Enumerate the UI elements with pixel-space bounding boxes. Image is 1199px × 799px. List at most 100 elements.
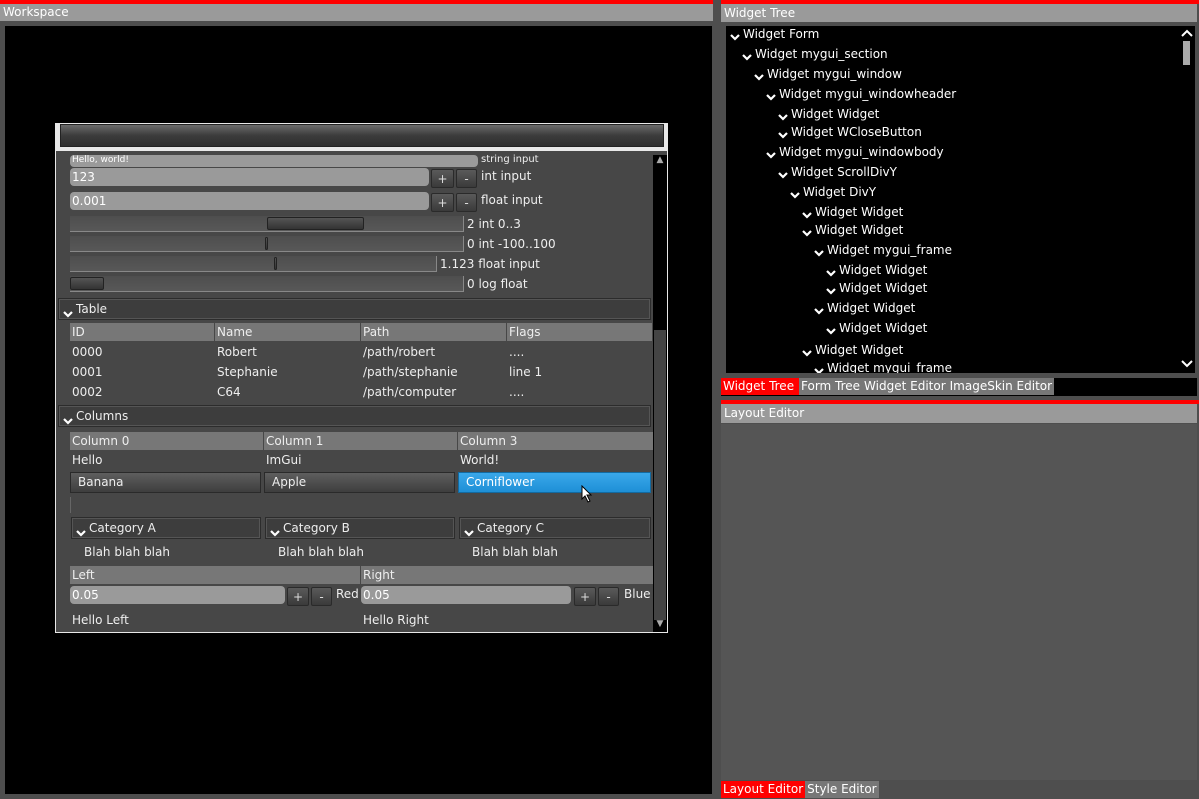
column-button[interactable]: Corniflower (458, 472, 651, 493)
slider-grab[interactable] (70, 277, 104, 290)
hello-right-text: Hello Right (363, 613, 429, 627)
slider-grab[interactable] (265, 237, 268, 250)
float-minus-button[interactable]: - (456, 193, 477, 212)
column-header: Column 0 (70, 432, 263, 450)
scroll-down-icon[interactable] (1181, 359, 1193, 369)
tree-item[interactable]: Widget Form (730, 26, 819, 42)
slider-value: 0 (467, 277, 475, 291)
slider-float[interactable] (70, 256, 437, 272)
tab-form-tree[interactable]: Form Tree (799, 378, 863, 395)
blue-minus-button[interactable]: - (598, 587, 619, 606)
tree-item[interactable]: Widget DivY (790, 184, 876, 200)
column-button[interactable]: Banana (70, 472, 261, 493)
red-input[interactable]: 0.05 (70, 586, 285, 604)
table-header-cell[interactable]: Path (361, 323, 506, 341)
slider-grab[interactable] (267, 217, 364, 230)
slider-log-float[interactable] (70, 276, 464, 292)
chevron-down-icon[interactable] (766, 148, 776, 159)
tree-item-label: Widget Widget (815, 223, 904, 237)
scroll-thumb[interactable] (654, 330, 666, 620)
category-header[interactable]: Category C (459, 517, 651, 539)
chevron-down-icon[interactable] (730, 30, 740, 41)
column-button[interactable]: Apple (264, 472, 455, 493)
chevron-down-icon[interactable] (814, 304, 824, 315)
chevron-down-icon[interactable] (754, 70, 764, 81)
chevron-down-icon[interactable] (790, 188, 800, 199)
tree-item[interactable]: Widget Widget (826, 320, 927, 336)
tree-item[interactable]: Widget Widget (814, 300, 915, 316)
tree-item[interactable]: Widget mygui_windowbody (766, 144, 944, 160)
chevron-down-icon[interactable] (778, 168, 788, 179)
category-header[interactable]: Category A (71, 517, 261, 539)
tab-widget-tree[interactable]: Widget Tree (721, 378, 799, 395)
int-plus-button[interactable]: + (431, 169, 454, 188)
tree-item[interactable]: Widget WCloseButton (778, 124, 922, 140)
window-scrollbar[interactable]: ▲ ▼ (653, 155, 667, 632)
slider-int-100[interactable] (70, 236, 464, 252)
tree-item-label: Widget Form (743, 27, 820, 41)
chevron-down-icon[interactable] (814, 364, 824, 373)
string-input[interactable]: Hello, world! (70, 155, 478, 167)
scroll-down-icon[interactable]: ▼ (653, 619, 667, 629)
chevron-down-icon[interactable] (826, 284, 836, 295)
tree-item[interactable]: Widget mygui_window (754, 66, 902, 82)
tree-item-label: Widget Widget (839, 281, 928, 295)
chevron-down-icon[interactable] (778, 128, 788, 139)
int-minus-button[interactable]: - (456, 169, 477, 188)
scroll-up-icon[interactable]: ▲ (653, 155, 667, 165)
layout-editor-title: Layout Editor (721, 404, 1197, 423)
tree-item[interactable]: Widget mygui_section (742, 46, 888, 62)
column-text: World! (460, 453, 500, 467)
table-cell: Stephanie (217, 365, 278, 379)
tree-item[interactable]: Widget Widget (778, 106, 879, 122)
right-tab-bar: Widget Tree Form Tree Widget Editor Imag… (721, 378, 1197, 396)
blue-input[interactable]: 0.05 (361, 586, 571, 604)
tree-item-label: Widget Widget (827, 301, 916, 315)
float-plus-button[interactable]: + (431, 193, 454, 212)
table-header-cell[interactable]: ID (70, 323, 214, 341)
chevron-down-icon[interactable] (802, 208, 812, 219)
table-cell: /path/robert (363, 345, 436, 359)
tab-layout-editor[interactable]: Layout Editor (721, 781, 806, 798)
tree-item[interactable]: Widget Widget (826, 280, 927, 296)
category-text: Blah blah blah (84, 545, 170, 559)
slider-grab[interactable] (274, 257, 277, 270)
window-header[interactable] (60, 124, 664, 147)
tab-style-editor[interactable]: Style Editor (805, 781, 879, 798)
chevron-down-icon[interactable] (826, 266, 836, 277)
chevron-down-icon[interactable] (742, 50, 752, 61)
tree-item[interactable]: Widget ScrollDivY (778, 164, 897, 180)
tree-item[interactable]: Widget mygui_frame (814, 242, 952, 258)
category-title: Category C (477, 521, 545, 535)
tree-item[interactable]: Widget Widget (802, 222, 903, 238)
chevron-down-icon[interactable] (802, 346, 812, 357)
chevron-down-icon[interactable] (766, 90, 776, 101)
category-header[interactable]: Category B (265, 517, 455, 539)
int-input[interactable]: 123 (70, 168, 429, 186)
red-minus-button[interactable]: - (311, 587, 332, 606)
chevron-down-icon[interactable] (814, 246, 824, 257)
chevron-down-icon[interactable] (826, 324, 836, 335)
chevron-down-icon[interactable] (802, 226, 812, 237)
slider-int-0-3[interactable] (70, 216, 464, 232)
tab-imageskin-editor[interactable]: ImageSkin Editor (947, 378, 1055, 395)
tab-widget-editor[interactable]: Widget Editor (862, 378, 948, 395)
tree-item[interactable]: Widget Widget (802, 204, 903, 220)
table-header-cell[interactable]: Name (215, 323, 360, 341)
red-plus-button[interactable]: + (287, 587, 309, 606)
string-input-label: string input (481, 154, 539, 165)
tree-item[interactable]: Widget mygui_frame (814, 360, 952, 373)
chevron-down-icon[interactable] (778, 110, 788, 121)
tree-scroll-thumb[interactable] (1183, 41, 1190, 65)
tree-item[interactable]: Widget mygui_windowheader (766, 86, 956, 102)
float-input[interactable]: 0.001 (70, 192, 429, 210)
table-section-header[interactable]: Table (58, 298, 651, 320)
blue-plus-button[interactable]: + (574, 587, 596, 606)
tree-item[interactable]: Widget Widget (826, 262, 927, 278)
columns-section-header[interactable]: Columns (58, 405, 651, 427)
scroll-up-icon[interactable] (1181, 28, 1193, 38)
slider-label: 2 int 0..3 (467, 217, 521, 231)
tree-item[interactable]: Widget Widget (802, 342, 903, 358)
table-header-cell[interactable]: Flags (507, 323, 652, 341)
tree-item-label: Widget mygui_windowheader (779, 87, 957, 101)
